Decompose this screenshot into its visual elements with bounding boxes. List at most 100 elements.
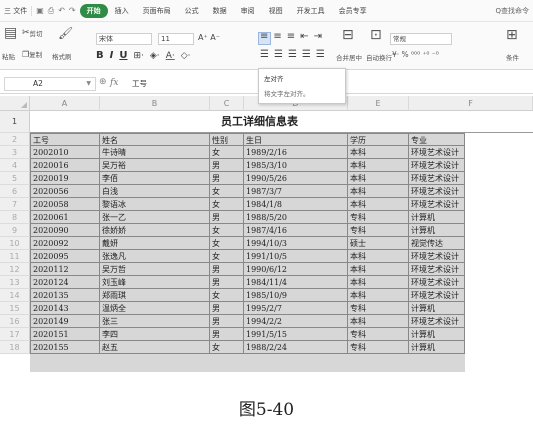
table-cell[interactable]: 女 (210, 250, 244, 263)
table-cell[interactable]: 本科 (348, 250, 409, 263)
copy-button[interactable]: ❐ 复制 (22, 49, 42, 60)
table-cell[interactable]: 张一乙 (100, 211, 210, 224)
tab-member[interactable]: 会员专享 (332, 6, 374, 16)
table-cell[interactable]: 男 (210, 211, 244, 224)
table-cell[interactable]: 男 (210, 172, 244, 185)
table-cell[interactable]: 专科 (348, 224, 409, 237)
table-cell[interactable]: 环境艺术设计 (409, 146, 465, 159)
table-cell[interactable]: 本科 (348, 172, 409, 185)
table-cell[interactable]: 2020135 (30, 289, 100, 302)
table-cell[interactable]: 男 (210, 263, 244, 276)
tab-home[interactable]: 开始 (79, 3, 108, 18)
bold-button[interactable]: B (96, 50, 104, 61)
row-header[interactable]: 5 (0, 172, 30, 185)
table-cell[interactable]: 女 (210, 198, 244, 211)
table-cell[interactable]: 1987/3/7 (244, 185, 348, 198)
table-cell[interactable]: 女 (210, 185, 244, 198)
table-cell[interactable]: 2020151 (30, 328, 100, 341)
table-header-cell[interactable]: 姓名 (100, 133, 210, 146)
table-cell[interactable]: 1994/10/3 (244, 237, 348, 250)
table-cell[interactable]: 张逸凡 (100, 250, 210, 263)
table-cell[interactable]: 男 (210, 276, 244, 289)
tab-page-layout[interactable]: 页面布局 (136, 6, 178, 16)
row-header[interactable]: 15 (0, 302, 30, 315)
tab-data[interactable]: 数据 (206, 6, 234, 16)
table-cell[interactable]: 1984/1/8 (244, 198, 348, 211)
align-middle-icon[interactable]: ≡ (273, 31, 281, 42)
table-cell[interactable]: 1985/10/9 (244, 289, 348, 302)
table-cell[interactable]: 环境艺术设计 (409, 315, 465, 328)
number-format-tools[interactable]: ¥· % ⁰⁰⁰ ⁺⁰ ⁻⁰ (392, 50, 439, 59)
conditional-format-button[interactable]: ⊞ (506, 28, 518, 42)
table-cell[interactable]: 2020124 (30, 276, 100, 289)
table-cell[interactable]: 本科 (348, 185, 409, 198)
row-header[interactable]: 18 (0, 341, 30, 354)
align-left-icon[interactable]: ☰ (260, 49, 269, 60)
row-header[interactable]: 2 (0, 133, 30, 146)
table-cell[interactable]: 2020016 (30, 159, 100, 172)
row-header[interactable]: 4 (0, 159, 30, 172)
formula-input[interactable]: 工号 (132, 78, 147, 89)
table-cell[interactable]: 环境艺术设计 (409, 172, 465, 185)
column-header-a[interactable]: A (30, 96, 100, 111)
distribute-icon[interactable]: ☰ (316, 49, 325, 60)
paste-button[interactable]: ▤ (4, 26, 17, 40)
table-cell[interactable]: 2020058 (30, 198, 100, 211)
file-menu[interactable]: 三 文件 (0, 6, 31, 16)
table-cell[interactable]: 专科 (348, 328, 409, 341)
table-cell[interactable]: 1991/10/5 (244, 250, 348, 263)
merge-center-button[interactable]: ⊟ (342, 28, 354, 42)
table-cell[interactable]: 本科 (348, 276, 409, 289)
name-box[interactable]: A2 ▼ (4, 77, 96, 91)
select-all-corner[interactable] (0, 96, 30, 111)
table-cell[interactable]: 2020155 (30, 341, 100, 354)
row-header[interactable]: 6 (0, 185, 30, 198)
column-header-e[interactable]: E (348, 96, 409, 111)
table-cell[interactable]: 女 (210, 237, 244, 250)
clear-format-icon[interactable]: ◇· (181, 51, 191, 61)
table-cell[interactable]: 1988/5/20 (244, 211, 348, 224)
fill-color-icon[interactable]: ◈· (150, 51, 160, 61)
table-cell[interactable]: 计算机 (409, 341, 465, 354)
table-cell[interactable]: 2002010 (30, 146, 100, 159)
sheet-title-cell[interactable]: 员工详细信息表 (30, 111, 533, 133)
tab-review[interactable]: 审阅 (234, 6, 262, 16)
table-cell[interactable]: 牛诗晴 (100, 146, 210, 159)
table-cell[interactable]: 李四 (100, 328, 210, 341)
table-cell[interactable]: 本科 (348, 146, 409, 159)
table-cell[interactable]: 1990/6/12 (244, 263, 348, 276)
row-header[interactable]: 7 (0, 198, 30, 211)
table-cell[interactable]: 专科 (348, 302, 409, 315)
table-cell[interactable]: 环境艺术设计 (409, 276, 465, 289)
table-cell[interactable]: 2020143 (30, 302, 100, 315)
table-cell[interactable]: 男 (210, 328, 244, 341)
table-cell[interactable]: 环境艺术设计 (409, 289, 465, 302)
table-cell[interactable]: 硕士 (348, 237, 409, 250)
row-header[interactable]: 3 (0, 146, 30, 159)
table-header-cell[interactable]: 学历 (348, 133, 409, 146)
table-cell[interactable]: 2020095 (30, 250, 100, 263)
table-cell[interactable]: 女 (210, 341, 244, 354)
table-cell[interactable]: 2020090 (30, 224, 100, 237)
table-cell[interactable]: 2020092 (30, 237, 100, 250)
cut-button[interactable]: ✂ 剪切 (22, 28, 43, 38)
wrap-text-button[interactable]: ⊡ (370, 28, 382, 42)
row-header[interactable]: 10 (0, 237, 30, 250)
table-cell[interactable]: 环境艺术设计 (409, 263, 465, 276)
tab-developer[interactable]: 开发工具 (290, 6, 332, 16)
table-cell[interactable]: 李佰 (100, 172, 210, 185)
table-cell[interactable]: 温炳全 (100, 302, 210, 315)
table-cell[interactable]: 2020149 (30, 315, 100, 328)
align-top-icon[interactable]: ≡ (260, 31, 268, 42)
table-cell[interactable]: 本科 (348, 315, 409, 328)
table-cell[interactable]: 男 (210, 159, 244, 172)
row-header[interactable]: 16 (0, 315, 30, 328)
row-header[interactable]: 9 (0, 224, 30, 237)
zoom-icon[interactable]: ⊕ (99, 77, 107, 87)
table-cell[interactable]: 1994/2/2 (244, 315, 348, 328)
fx-icon[interactable]: fx (110, 78, 118, 88)
undo-icon[interactable]: ↶ (58, 6, 65, 16)
table-cell[interactable]: 2020061 (30, 211, 100, 224)
row-header[interactable]: 13 (0, 276, 30, 289)
column-header-f[interactable]: F (409, 96, 533, 111)
